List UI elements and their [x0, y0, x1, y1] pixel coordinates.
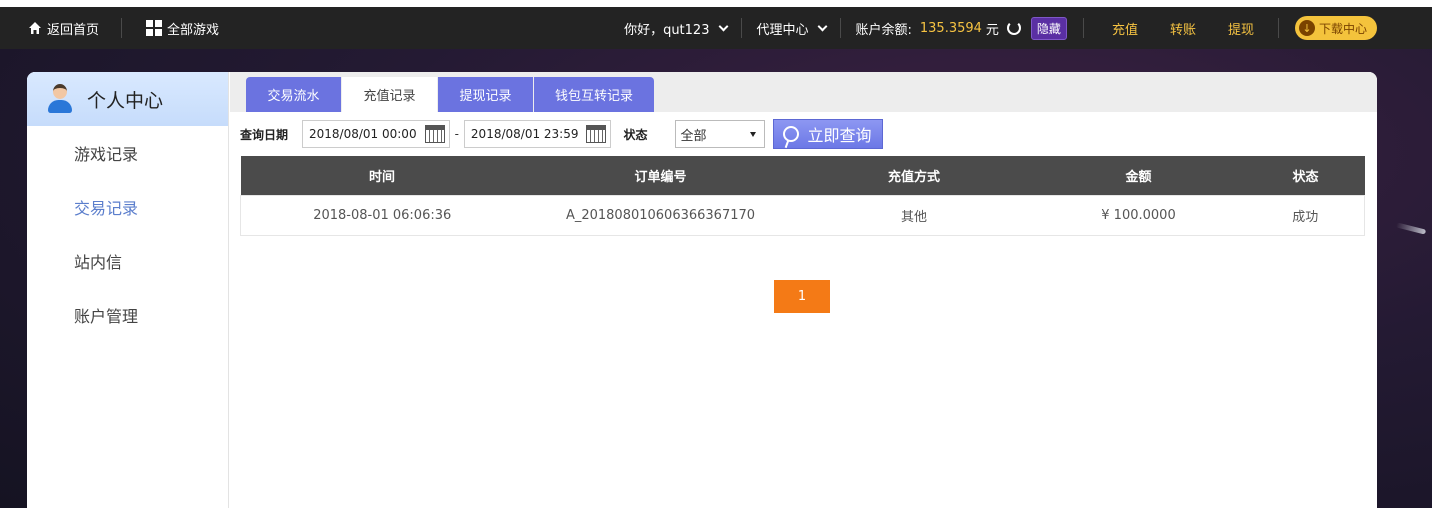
- background-decoration: [1395, 222, 1427, 235]
- start-date-field[interactable]: 2018/08/01 00:00: [302, 120, 450, 148]
- divider: [1082, 18, 1084, 38]
- agent-center-menu[interactable]: 代理中心: [756, 19, 828, 38]
- search-icon: [783, 126, 800, 142]
- status-label: 状态: [623, 127, 648, 142]
- content-panel: 个人中心 游戏记录 交易记录 站内信 账户管理 交易流水 充值记录 提现记录 钱…: [27, 72, 1377, 508]
- sidebar-item-transaction-records[interactable]: 交易记录: [27, 180, 228, 234]
- cell-status: 成功: [1292, 209, 1319, 225]
- divider: [840, 18, 842, 38]
- column-header-recharge-method: 充值方式: [887, 169, 940, 185]
- balance-unit: 元: [985, 22, 999, 38]
- top-strip: [0, 0, 1432, 7]
- tab-withdraw-records[interactable]: 提现记录: [438, 77, 533, 112]
- transfer-link[interactable]: 转账: [1170, 19, 1196, 38]
- cell-amount: ¥ 100.0000: [1101, 207, 1176, 223]
- all-games-link[interactable]: 全部游戏: [146, 19, 219, 38]
- table-row: 2018-08-01 06:06:36 A_201808010606366367…: [240, 195, 1365, 235]
- query-button[interactable]: 立即查询: [772, 119, 883, 149]
- end-date-field[interactable]: 2018/08/01 23:59: [463, 120, 612, 148]
- sidebar-item-account-management[interactable]: 账户管理: [27, 288, 228, 342]
- divider: [1277, 18, 1279, 38]
- balance-value: 135.3594: [919, 20, 982, 36]
- status-select[interactable]: 全部: [674, 120, 765, 148]
- date-separator: -: [454, 127, 459, 141]
- sidebar-header: 个人中心: [27, 72, 228, 126]
- calendar-icon[interactable]: [586, 125, 607, 143]
- column-header-amount: 金额: [1125, 169, 1152, 185]
- column-header-status: 状态: [1292, 169, 1319, 185]
- tab-bar: 交易流水 充值记录 提现记录 钱包互转记录: [230, 72, 1377, 112]
- divider: [741, 18, 743, 38]
- withdraw-link[interactable]: 提现: [1228, 19, 1254, 38]
- column-header-time: 时间: [368, 169, 395, 185]
- sidebar-item-game-records[interactable]: 游戏记录: [27, 126, 228, 180]
- table-header-row: 时间 订单编号 充值方式 金额 状态: [240, 156, 1365, 195]
- chevron-down-icon: [719, 21, 729, 31]
- filter-bar: 查询日期 2018/08/01 00:00 - 2018/08/01 23:59…: [240, 119, 883, 149]
- refresh-icon[interactable]: [1006, 21, 1021, 35]
- cell-recharge-method: 其他: [900, 209, 927, 225]
- chevron-down-icon: [818, 21, 828, 31]
- tab-recharge-records[interactable]: 充值记录: [342, 77, 437, 112]
- recharge-link[interactable]: 充值: [1112, 19, 1138, 38]
- tab-transaction-flow[interactable]: 交易流水: [246, 77, 341, 112]
- pagination-page-1[interactable]: 1: [774, 280, 830, 313]
- home-icon: [29, 22, 41, 34]
- end-date-value: 2018/08/01 23:59: [470, 127, 579, 141]
- query-button-label: 立即查询: [807, 126, 872, 145]
- main-area: 交易流水 充值记录 提现记录 钱包互转记录 查询日期 2018/08/01 00…: [230, 72, 1377, 508]
- grid-icon: [146, 20, 163, 36]
- column-header-order-number: 订单编号: [634, 169, 687, 185]
- start-date-value: 2018/08/01 00:00: [309, 127, 417, 141]
- tab-wallet-transfer-records[interactable]: 钱包互转记录: [534, 77, 654, 112]
- status-select-value: 全部: [680, 128, 707, 144]
- date-label: 查询日期: [240, 127, 289, 142]
- cell-time: 2018-08-01 06:06:36: [313, 207, 452, 223]
- cell-order-number: A_201808010606366367170: [565, 207, 756, 223]
- download-label: 下载中心: [1318, 21, 1367, 36]
- divider: [121, 18, 123, 38]
- home-link[interactable]: 返回首页: [28, 19, 99, 38]
- user-icon: [47, 84, 73, 114]
- balance-label: 账户余额:: [855, 22, 912, 38]
- sidebar: 个人中心 游戏记录 交易记录 站内信 账户管理: [27, 72, 229, 508]
- sidebar-item-messages[interactable]: 站内信: [27, 234, 228, 288]
- home-label: 返回首页: [47, 22, 100, 38]
- records-table: 时间 订单编号 充值方式 金额 状态 2018-08-01 06:06:36 A…: [240, 156, 1365, 236]
- top-navbar: 返回首页 全部游戏 你好，qut123 代理中心 账户余额: 135.3594 …: [0, 7, 1432, 49]
- greeting-text: 你好，qut123: [624, 22, 710, 38]
- download-center-button[interactable]: ↓ 下载中心: [1294, 16, 1377, 40]
- sidebar-title: 个人中心: [87, 89, 164, 112]
- user-menu[interactable]: 你好，qut123: [624, 19, 729, 38]
- download-icon: ↓: [1298, 20, 1315, 36]
- agent-center-label: 代理中心: [756, 22, 809, 38]
- all-games-label: 全部游戏: [167, 22, 220, 38]
- hide-balance-button[interactable]: 隐藏: [1030, 16, 1067, 40]
- dropdown-arrow-icon: [749, 131, 756, 137]
- calendar-icon[interactable]: [424, 125, 445, 143]
